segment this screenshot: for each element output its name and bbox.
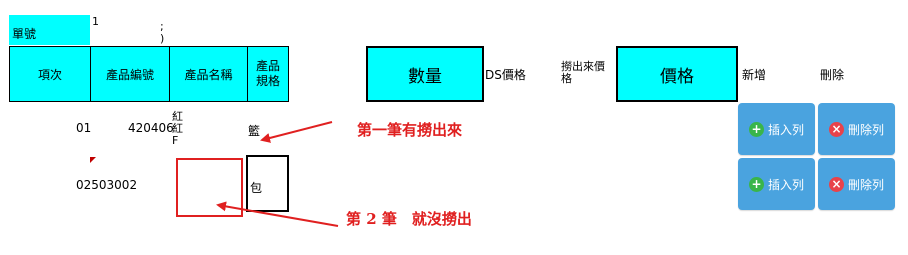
arrow-second [216, 201, 339, 227]
arrow-first [260, 121, 333, 143]
annotation-second: 第 2 筆 就沒撈出 [346, 210, 472, 228]
annotation-first: 第一筆有撈出來 [357, 121, 463, 139]
